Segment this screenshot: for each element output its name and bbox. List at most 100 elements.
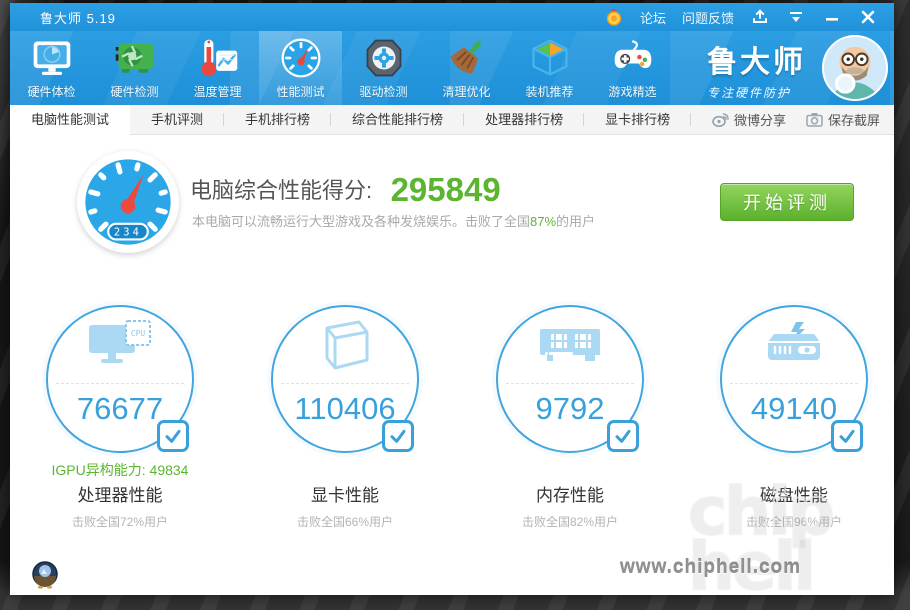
nav-item-cleanup[interactable]: 清理优化 xyxy=(425,31,508,105)
ram-beat-text: 击败全国82%用户 xyxy=(521,515,619,529)
forum-link[interactable]: 论坛 xyxy=(640,8,666,27)
app-window: 鲁大师 5.19 论坛 问题反馈 硬件体检 硬件检测 温度管理 性能测试 驱动检… xyxy=(10,3,894,595)
mascot-avatar[interactable] xyxy=(822,35,888,101)
weibo-share-button[interactable]: 微博分享 xyxy=(712,110,786,129)
igpu-value: 49834 xyxy=(149,462,189,478)
cube-icon xyxy=(531,39,568,76)
update-icon[interactable] xyxy=(750,7,770,27)
nav-label: 装机推荐 xyxy=(525,85,574,99)
divider xyxy=(730,383,858,384)
nav-item-temperature[interactable]: 温度管理 xyxy=(176,31,259,105)
cpu-check-badge[interactable] xyxy=(157,420,189,452)
nav-item-build-recommend[interactable]: 装机推荐 xyxy=(508,31,591,105)
gpu-cube-icon xyxy=(325,320,369,370)
overall-score-line: 电脑综合性能得分: 295849 xyxy=(190,171,501,209)
thermometer-chart-icon xyxy=(201,39,237,77)
tab-cpu-ranking[interactable]: 处理器排行榜 xyxy=(464,105,585,134)
nav-label: 游戏精选 xyxy=(608,85,657,99)
brand-block: 鲁大师 专注硬件防护 xyxy=(707,37,806,101)
disk-metric-name: 磁盘性能 xyxy=(760,486,828,505)
nav-item-hardware-test[interactable]: 硬件检测 xyxy=(93,31,176,105)
nav-label: 温度管理 xyxy=(193,85,242,99)
tab-actions: 微博分享 保存截屏 xyxy=(712,105,894,134)
divider xyxy=(281,383,409,384)
brand-name: 鲁大师 xyxy=(707,46,806,79)
tab-overall-ranking[interactable]: 综合性能排行榜 xyxy=(331,105,465,134)
window-title: 鲁大师 5.19 xyxy=(40,10,116,26)
igpu-score-line: IGPU异构能力: 49834 xyxy=(20,460,220,479)
gpu-check-badge[interactable] xyxy=(382,420,414,452)
gauge-badge-value: 234 xyxy=(114,226,142,238)
gpu-score-circle: 110406 xyxy=(271,305,419,453)
ram-icon xyxy=(540,329,600,361)
nav-item-performance-test[interactable]: 性能测试 xyxy=(259,31,342,105)
score-desc-suffix: 的用户 xyxy=(556,214,596,229)
cpu-beat-text: 击败全国72%用户 xyxy=(71,515,169,529)
cpu-monitor-icon: CPU xyxy=(89,320,151,363)
igpu-label: IGPU异构能力: xyxy=(51,462,146,478)
content-area: 234 电脑综合性能得分: 295849 本电脑可以流畅运行大型游戏及各种发烧娱… xyxy=(10,135,894,594)
gear-nut-icon xyxy=(366,39,401,77)
titlebar-actions: 论坛 问题反馈 xyxy=(604,7,894,27)
cpu-chip-label: CPU xyxy=(131,329,146,338)
check-icon xyxy=(839,429,855,443)
gamepad-icon xyxy=(614,40,651,69)
nav-label: 驱动检测 xyxy=(359,85,408,99)
brand-tagline: 专注硬件防护 xyxy=(707,86,792,100)
ram-score-circle: 9792 xyxy=(496,305,644,453)
check-icon xyxy=(390,429,406,443)
divider xyxy=(506,383,634,384)
tab-phone-review[interactable]: 手机评测 xyxy=(130,105,225,134)
nav-label: 硬件检测 xyxy=(110,85,159,99)
disk-score-circle: 49140 xyxy=(720,305,868,453)
overall-score-label: 电脑综合性能得分: xyxy=(190,178,373,203)
nav-label: 硬件体检 xyxy=(27,85,76,99)
weibo-share-label: 微博分享 xyxy=(733,113,786,128)
check-icon xyxy=(615,429,631,443)
tab-gpu-ranking[interactable]: 显卡排行榜 xyxy=(584,105,692,134)
score-desc-percent: 87% xyxy=(530,214,557,229)
tab-phone-ranking[interactable]: 手机排行榜 xyxy=(224,105,332,134)
overall-score-value: 295849 xyxy=(390,171,501,208)
tab-strip: 电脑性能测试 手机评测 手机排行榜 综合性能排行榜 处理器排行榜 显卡排行榜 微… xyxy=(10,105,894,135)
check-icon xyxy=(165,429,181,443)
camera-icon xyxy=(806,113,823,127)
metric-card-gpu: 110406 显卡性能 击败全国66%用户 xyxy=(245,305,445,530)
cpu-metric-name: 处理器性能 xyxy=(77,486,163,505)
menu-chevron-icon[interactable] xyxy=(786,7,806,27)
titlebar: 鲁大师 5.19 论坛 问题反馈 xyxy=(10,3,894,31)
nav-item-hardware-checkup[interactable]: 硬件体检 xyxy=(10,31,93,105)
corner-logo-icon xyxy=(32,561,58,589)
disk-check-badge[interactable] xyxy=(831,420,863,452)
overall-score-gauge-icon: 234 xyxy=(77,151,179,253)
gpu-card-icon xyxy=(115,43,153,73)
gpu-metric-name: 显卡性能 xyxy=(311,486,379,505)
close-button[interactable] xyxy=(858,7,878,27)
ram-check-badge[interactable] xyxy=(607,420,639,452)
minimize-button[interactable] xyxy=(822,7,842,27)
broom-icon xyxy=(450,40,481,74)
feedback-link[interactable]: 问题反馈 xyxy=(682,8,734,27)
nav-item-game-picks[interactable]: 游戏精选 xyxy=(591,31,674,105)
nav-items: 硬件体检 硬件检测 温度管理 性能测试 驱动检测 清理优化 装机推荐 游戏精选 xyxy=(10,31,674,105)
disk-icon xyxy=(768,322,820,360)
divider xyxy=(56,383,184,384)
mascot-icon xyxy=(824,37,886,99)
save-screenshot-button[interactable]: 保存截屏 xyxy=(806,110,880,129)
ram-metric-name: 内存性能 xyxy=(536,486,604,505)
metric-card-disk: 49140 磁盘性能 击败全国96%用户 xyxy=(694,305,894,530)
start-benchmark-button[interactable]: 开始评测 xyxy=(720,183,854,221)
main-toolbar: 硬件体检 硬件检测 温度管理 性能测试 驱动检测 清理优化 装机推荐 游戏精选 … xyxy=(10,31,894,105)
nav-label: 性能测试 xyxy=(276,85,325,99)
disk-beat-text: 击败全国96%用户 xyxy=(745,515,843,529)
gpu-beat-text: 击败全国66%用户 xyxy=(296,515,394,529)
save-screenshot-label: 保存截屏 xyxy=(827,113,880,128)
tab-pc-performance[interactable]: 电脑性能测试 xyxy=(10,105,131,135)
medal-icon[interactable] xyxy=(604,7,624,27)
nav-item-driver-check[interactable]: 驱动检测 xyxy=(342,31,425,105)
metric-card-ram: 9792 内存性能 击败全国82%用户 xyxy=(470,305,670,530)
metric-card-cpu: CPU 76677 IGPU异构能力: 49834 处理器性能 击败全国72%用… xyxy=(20,305,220,530)
weibo-icon xyxy=(712,113,729,127)
